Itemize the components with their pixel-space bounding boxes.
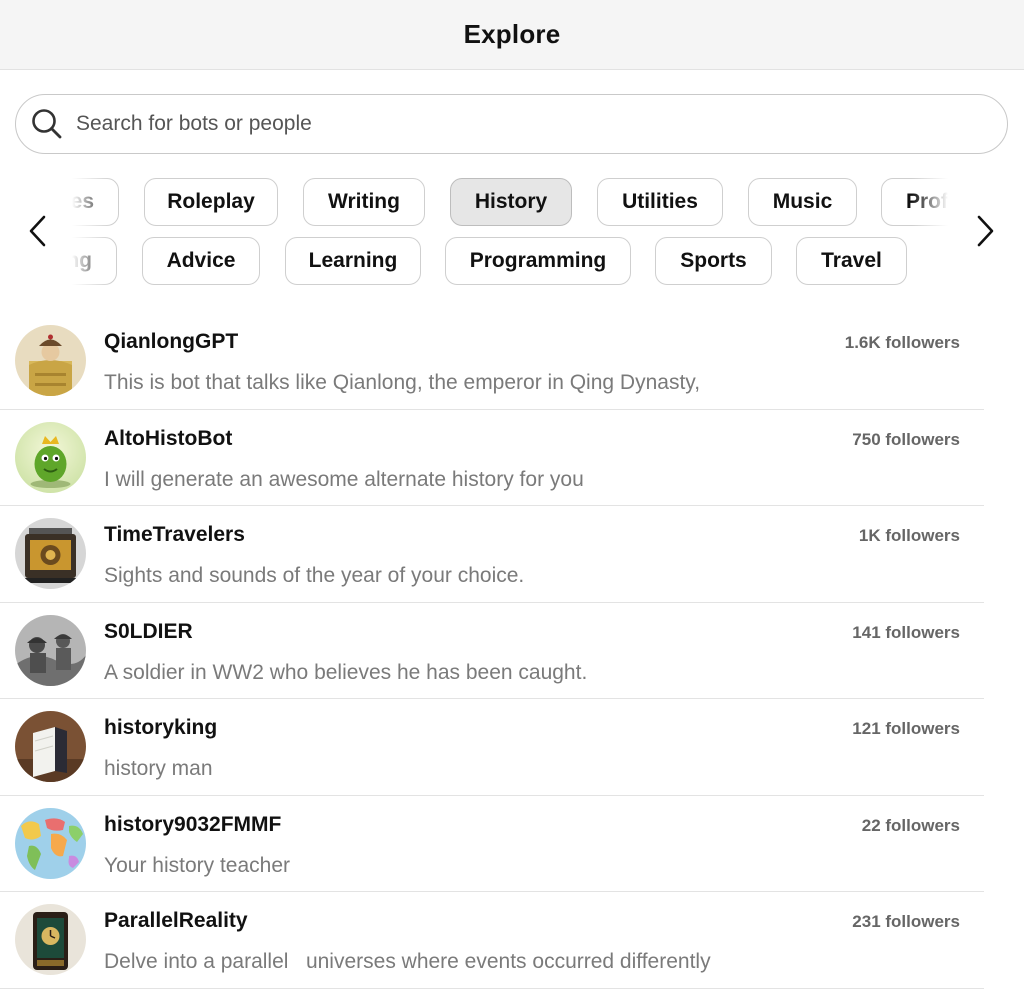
bot-description: I will generate an awesome alternate his…	[104, 467, 584, 491]
avatar	[15, 711, 86, 782]
category-chip-music[interactable]: Music	[748, 178, 857, 226]
list-item[interactable]: QianlongGPT 1.6K followers This is bot t…	[0, 313, 984, 410]
category-chip-learning[interactable]: Learning	[285, 237, 421, 285]
bot-description: A soldier in WW2 who believes he has bee…	[104, 660, 588, 684]
avatar	[15, 325, 86, 396]
follower-count: 1.6K followers	[844, 333, 960, 352]
avatar	[15, 904, 86, 975]
category-chip-travel[interactable]: Travel	[796, 237, 907, 285]
list-item[interactable]: historyking 121 followers history man	[0, 699, 984, 796]
page-title: Explore	[463, 19, 561, 49]
category-chip-history[interactable]: History	[450, 178, 572, 226]
follower-count: 121 followers	[852, 719, 960, 738]
search-bar[interactable]	[15, 94, 1008, 154]
category-chip-advice[interactable]: Advice	[142, 237, 260, 285]
chevron-left-icon	[29, 215, 46, 247]
time-machine-icon	[15, 518, 86, 589]
scroll-right-button[interactable]	[967, 205, 1003, 257]
bot-name: QianlongGPT	[104, 330, 239, 353]
list-item[interactable]: ParallelReality 231 followers Delve into…	[0, 892, 984, 989]
category-chip-writing[interactable]: Writing	[303, 178, 425, 226]
avatar	[15, 807, 86, 879]
soldier-photo-icon	[15, 614, 86, 686]
avatar	[15, 518, 86, 589]
search-icon	[32, 109, 62, 139]
list-item[interactable]: history9032FMMF 22 followers Your histor…	[0, 796, 984, 892]
bot-description: Your history teacher	[104, 853, 290, 877]
category-carousel: Games Roleplay Writing History Utilities…	[72, 170, 952, 292]
bot-name: ParallelReality	[104, 909, 248, 932]
list-item[interactable]: S0LDIER 141 followers A soldier in WW2 w…	[0, 603, 984, 699]
world-map-icon	[15, 807, 86, 879]
category-chip-games[interactable]: Games	[72, 178, 119, 226]
bot-name: AltoHistoBot	[104, 426, 233, 450]
bot-name: S0LDIER	[104, 619, 193, 643]
green-monster-king-icon	[15, 421, 86, 493]
bot-name: historyking	[104, 716, 218, 739]
category-chip-professional[interactable]: Professional	[881, 178, 952, 226]
follower-count: 750 followers	[852, 429, 960, 449]
bot-name: history9032FMMF	[104, 812, 282, 836]
bot-description: history man	[104, 757, 213, 780]
follower-count: 231 followers	[852, 912, 960, 931]
category-chip-utilities[interactable]: Utilities	[597, 178, 723, 226]
chevron-right-icon	[977, 215, 994, 247]
category-chip-programming[interactable]: Programming	[445, 237, 631, 285]
avatar	[15, 614, 86, 686]
follower-count: 1K followers	[858, 526, 960, 545]
scroll-left-button[interactable]	[20, 205, 56, 257]
header-bar: Explore	[0, 0, 1024, 70]
list-item[interactable]: TimeTravelers 1K followers Sights and so…	[0, 506, 984, 603]
category-chip-roleplay[interactable]: Roleplay	[144, 178, 278, 226]
search-input[interactable]	[76, 112, 956, 136]
book-icon	[15, 711, 86, 782]
category-chip-gaming[interactable]: Gaming	[72, 237, 117, 285]
emperor-portrait-icon	[15, 325, 86, 396]
antique-clock-icon	[15, 904, 86, 975]
category-chip-sports[interactable]: Sports	[655, 237, 772, 285]
list-item[interactable]: AltoHistoBot 750 followers I will genera…	[0, 410, 984, 506]
bot-description: This is bot that talks like Qianlong, th…	[104, 371, 701, 394]
follower-count: 141 followers	[852, 622, 960, 642]
bot-description: Sights and sounds of the year of your ch…	[104, 564, 525, 587]
follower-count: 22 followers	[861, 815, 960, 835]
bot-list: QianlongGPT 1.6K followers This is bot t…	[0, 313, 984, 989]
avatar	[15, 421, 86, 493]
bot-name: TimeTravelers	[104, 523, 245, 546]
bot-description: Delve into a parallel universes where ev…	[104, 950, 711, 973]
